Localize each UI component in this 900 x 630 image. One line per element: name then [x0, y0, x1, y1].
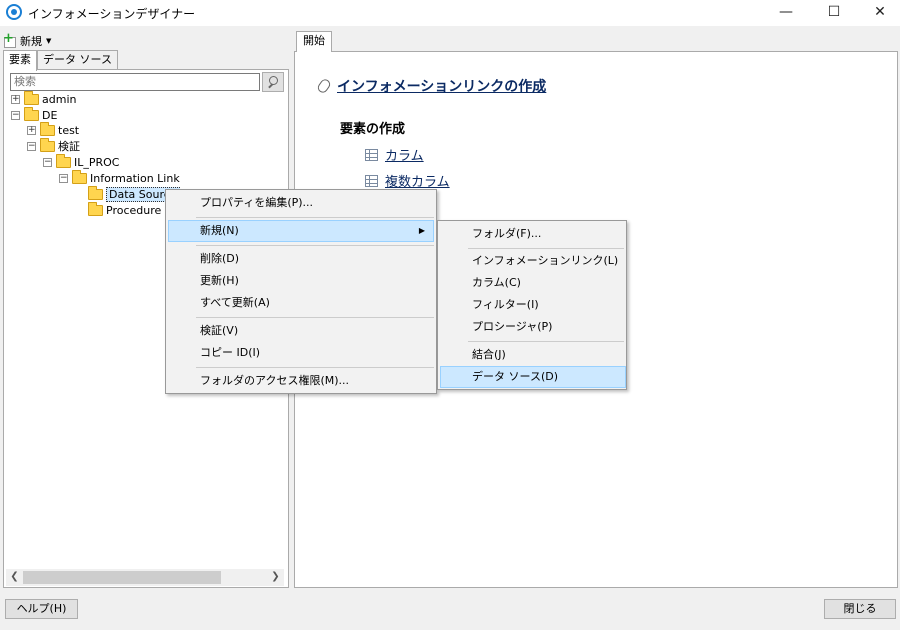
help-button[interactable]: ヘルプ(H) — [5, 599, 78, 619]
left-tabs: 要素 データ ソース — [3, 50, 118, 71]
submenu-item-filter[interactable]: フィルター(I) — [440, 294, 624, 316]
search-button[interactable] — [262, 72, 284, 92]
paperclip-icon — [315, 77, 333, 95]
window-title: インフォメーションデザイナー — [28, 7, 196, 21]
collapse-toggle-kensho[interactable]: − — [27, 142, 36, 151]
scroll-right-icon[interactable]: ❯ — [267, 569, 284, 586]
tree-node-il-proc[interactable]: IL_PROC — [56, 153, 120, 170]
tree-node-procedure[interactable]: Procedure — [88, 201, 162, 218]
folder-icon — [40, 137, 55, 152]
scrollbar-thumb[interactable] — [23, 571, 221, 584]
folder-icon — [88, 185, 103, 200]
new-button[interactable]: 新規 ▼ — [3, 31, 51, 49]
search-input[interactable]: 検索 — [10, 73, 260, 91]
new-button-label: 新規 — [20, 35, 42, 48]
tree-node-label: test — [58, 123, 80, 137]
chevron-down-icon[interactable]: ▼ — [46, 37, 51, 45]
folder-icon — [72, 169, 87, 184]
menu-separator — [196, 317, 434, 318]
submenu-item-folder[interactable]: フォルダ(F)... — [440, 223, 624, 245]
menu-separator — [468, 248, 624, 249]
tree-node-admin[interactable]: admin — [24, 90, 77, 107]
folder-icon — [88, 201, 103, 216]
create-information-link-label: インフォメーションリンクの作成 — [337, 79, 547, 95]
create-column-label: カラム — [385, 149, 424, 164]
menu-item-delete[interactable]: 削除(D) — [168, 248, 434, 270]
menu-item-validate[interactable]: 検証(V) — [168, 320, 434, 342]
create-column-link[interactable]: カラム — [365, 145, 424, 164]
new-item-icon — [3, 31, 17, 48]
tree-node-information-link[interactable]: Information Link — [72, 169, 180, 186]
folder-icon — [24, 106, 39, 121]
section-title: 要素の作成 — [340, 122, 406, 137]
create-multiple-columns-label: 複数カラム — [385, 175, 450, 190]
menu-item-folder-permissions[interactable]: フォルダのアクセス権限(M)... — [168, 370, 434, 392]
tree-node-label: DE — [42, 108, 58, 122]
submenu-arrow-icon: ▶ — [418, 226, 425, 235]
tab-start[interactable]: 開始 — [296, 31, 332, 52]
folder-icon — [24, 90, 39, 105]
submenu-item-information-link[interactable]: インフォメーションリンク(L) — [440, 250, 624, 272]
menu-item-copy-id[interactable]: コピー ID(I) — [168, 342, 434, 364]
context-menu: プロパティを編集(P)... 新規(N) ▶ 削除(D) 更新(H) すべて更新… — [165, 189, 437, 394]
submenu-item-column[interactable]: カラム(C) — [440, 272, 624, 294]
expand-toggle-test[interactable]: + — [27, 126, 36, 135]
menu-item-edit-properties[interactable]: プロパティを編集(P)... — [168, 192, 434, 214]
menu-separator — [196, 245, 434, 246]
menu-item-refresh-all[interactable]: すべて更新(A) — [168, 292, 434, 314]
tab-elements[interactable]: 要素 — [3, 50, 37, 71]
folder-icon — [40, 121, 55, 136]
maximize-button[interactable]: ☐ — [812, 0, 856, 26]
column-icon — [365, 148, 378, 161]
submenu-item-data-source[interactable]: データ ソース(D) — [440, 366, 626, 388]
new-submenu: フォルダ(F)... インフォメーションリンク(L) カラム(C) フィルター(… — [437, 220, 627, 390]
tree-node-label: Procedure — [106, 203, 162, 217]
folder-icon — [56, 153, 71, 168]
collapse-toggle-information-link[interactable]: − — [59, 174, 68, 183]
menu-separator — [196, 367, 434, 368]
menu-item-refresh[interactable]: 更新(H) — [168, 270, 434, 292]
tree-node-de[interactable]: DE — [24, 106, 58, 123]
collapse-toggle-il-proc[interactable]: − — [43, 158, 52, 167]
submenu-item-procedure[interactable]: プロシージャ(P) — [440, 316, 624, 338]
tree-node-kensho[interactable]: 検証 — [40, 137, 80, 154]
columns-icon — [365, 174, 378, 187]
horizontal-scrollbar[interactable]: ❮ ❯ — [6, 569, 284, 586]
tree-node-test[interactable]: test — [40, 121, 80, 138]
tab-data-source[interactable]: データ ソース — [37, 50, 118, 70]
close-window-button[interactable]: ✕ — [858, 0, 900, 26]
app-icon — [6, 4, 22, 20]
tree-node-label: 検証 — [58, 140, 80, 153]
menu-separator — [196, 217, 434, 218]
submenu-item-join[interactable]: 結合(J) — [440, 344, 624, 366]
create-information-link[interactable]: インフォメーションリンクの作成 — [315, 76, 547, 96]
close-button[interactable]: 閉じる — [824, 599, 896, 619]
menu-separator — [468, 341, 624, 342]
create-multiple-columns-link[interactable]: 複数カラム — [365, 171, 450, 190]
minimize-button[interactable]: — — [764, 0, 808, 26]
tree-node-label: IL_PROC — [74, 155, 120, 169]
collapse-toggle-de[interactable]: − — [11, 111, 20, 120]
expand-toggle-admin[interactable]: + — [11, 95, 20, 104]
tree-node-label: admin — [42, 92, 77, 106]
tree-node-label: Information Link — [90, 171, 180, 185]
scroll-left-icon[interactable]: ❮ — [6, 569, 23, 586]
title-bar: インフォメーションデザイナー — ☐ ✕ — [0, 0, 900, 26]
menu-item-new-label: 新規(N) — [200, 224, 239, 237]
menu-item-new[interactable]: 新規(N) ▶ — [168, 220, 434, 242]
